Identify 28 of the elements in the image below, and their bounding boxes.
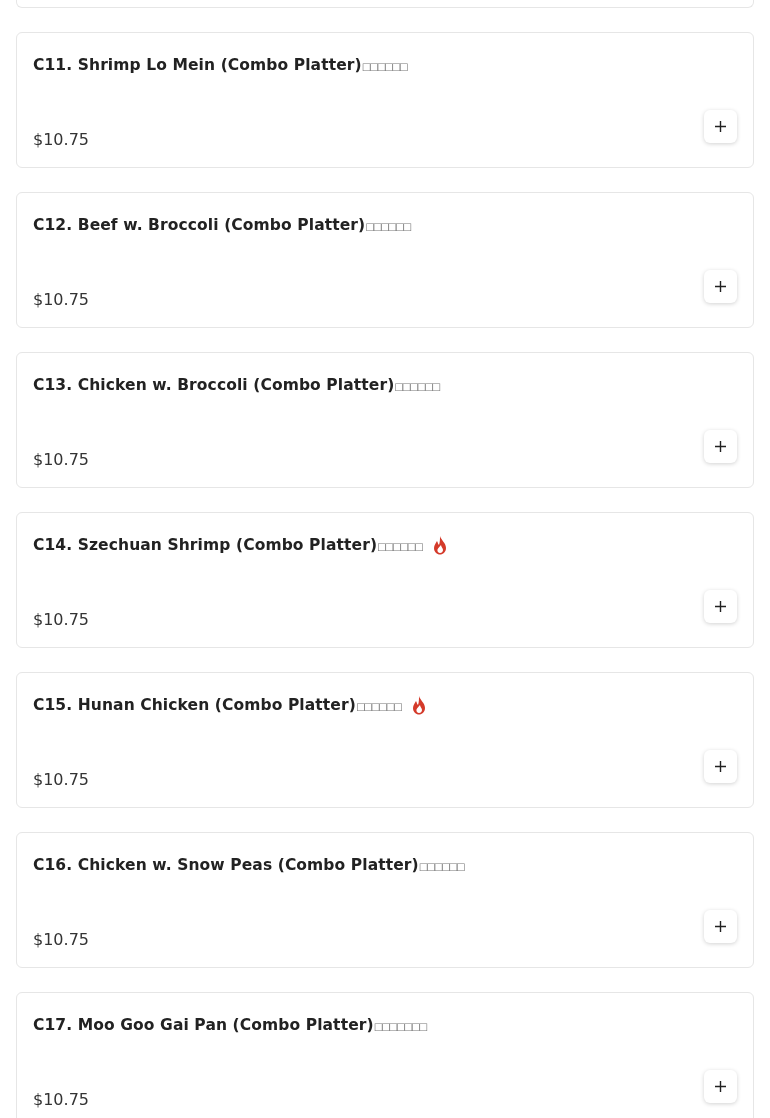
item-price: $10.75 xyxy=(33,609,89,629)
item-title: C12. Beef w. Broccoli (Combo Platter)□□□□□□ xyxy=(33,216,410,234)
item-price: $10.75 xyxy=(33,449,89,469)
plus-icon xyxy=(715,761,726,772)
add-button[interactable] xyxy=(704,430,737,463)
item-title: C14. Szechuan Shrimp (Combo Platter)□□□□□□ xyxy=(33,536,422,554)
item-price: $10.75 xyxy=(33,129,89,149)
item-price: $10.75 xyxy=(33,1089,89,1109)
add-button[interactable] xyxy=(704,1070,737,1103)
plus-icon xyxy=(715,921,726,932)
add-button[interactable] xyxy=(704,750,737,783)
add-button[interactable] xyxy=(704,110,737,143)
item-title: C11. Shrimp Lo Mein (Combo Platter)□□□□□□ xyxy=(33,56,407,74)
item-title: C15. Hunan Chicken (Combo Platter)□□□□□□ xyxy=(33,696,401,714)
item-title: C16. Chicken w. Snow Peas (Combo Platter)□□□□□□ xyxy=(33,856,464,874)
item-price: $10.75 xyxy=(33,769,89,789)
plus-icon xyxy=(715,1081,726,1092)
item-title: C17. Moo Goo Gai Pan (Combo Platter)□□□□□□□ xyxy=(33,1016,426,1034)
item-title: C13. Chicken w. Broccoli (Combo Platter)□□□□□□ xyxy=(33,376,440,394)
add-button[interactable] xyxy=(704,910,737,943)
item-price: $10.75 xyxy=(33,929,89,949)
add-button[interactable] xyxy=(704,590,737,623)
plus-icon xyxy=(715,441,726,452)
item-price: $10.75 xyxy=(33,289,89,309)
add-button[interactable] xyxy=(704,270,737,303)
plus-icon xyxy=(715,281,726,292)
plus-icon xyxy=(715,121,726,132)
plus-icon xyxy=(715,601,726,612)
